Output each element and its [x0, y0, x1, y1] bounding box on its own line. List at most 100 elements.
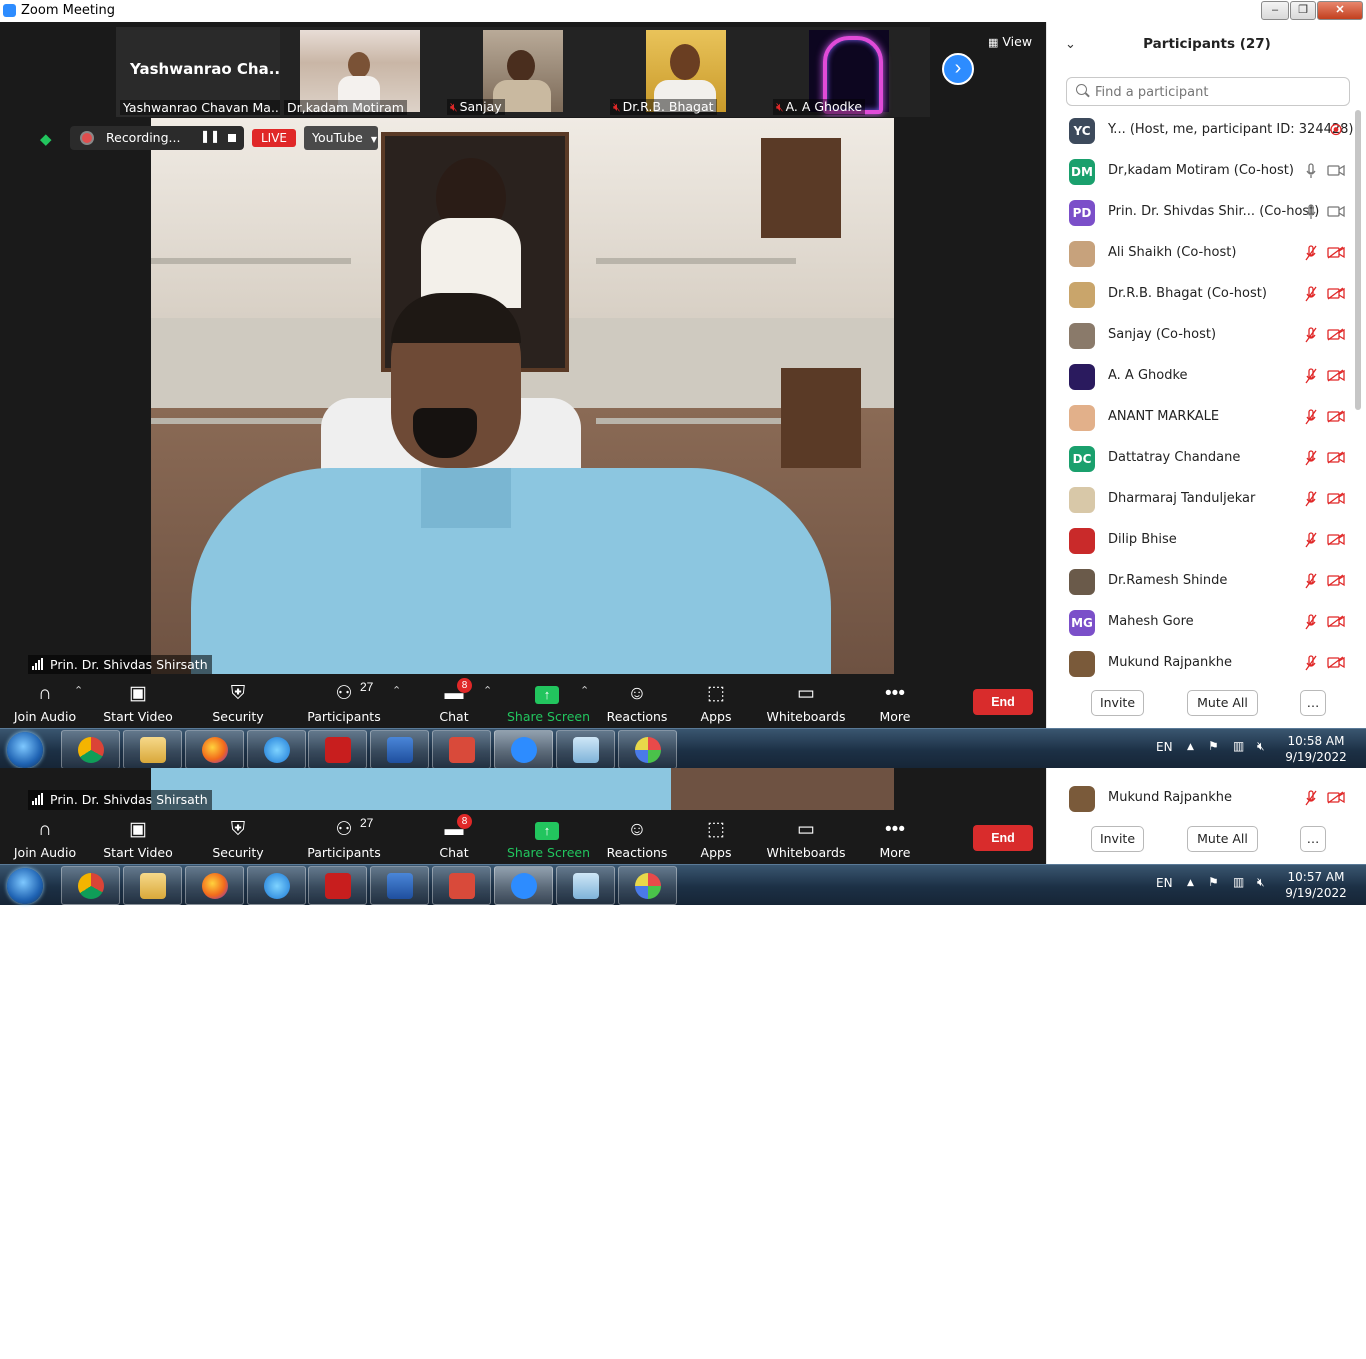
participant-row[interactable]: Sanjay (Co-host) [1047, 315, 1353, 356]
taskbar-chrome[interactable] [61, 866, 120, 905]
minimize-button[interactable]: – [1261, 1, 1289, 20]
start-video-button[interactable]: ▣ Start Video [100, 810, 176, 866]
end-meeting-button[interactable]: End [973, 825, 1033, 851]
taskbar-internet-explorer[interactable] [247, 730, 306, 769]
share-screen-button[interactable]: ↑ Share Screen [507, 674, 590, 730]
participants-button[interactable]: ⚇ 27 Participants [306, 810, 382, 866]
participant-row[interactable]: DM Dr,kadam Motiram (Co-host) [1047, 151, 1353, 192]
mute-all-button[interactable]: Mute All [1187, 690, 1258, 716]
chat-button[interactable]: ▬ 8 Chat [430, 810, 478, 866]
taskbar-notepad[interactable] [556, 866, 615, 905]
taskbar-internet-explorer[interactable] [247, 866, 306, 905]
thumbnail-tile[interactable]: 🔇︎ Sanjay [443, 27, 606, 117]
invite-button[interactable]: Invite [1091, 690, 1144, 716]
participant-avatar: PD [1069, 200, 1095, 226]
participants-options-caret[interactable]: ⌃ [390, 674, 402, 730]
participant-row[interactable]: DC Dattatray Chandane [1047, 438, 1353, 479]
restore-button[interactable]: ❐ [1290, 1, 1316, 20]
network-icon[interactable]: ▥ [1233, 875, 1244, 889]
participant-row[interactable]: A. A Ghodke [1047, 356, 1353, 397]
participant-row[interactable]: Dr.R.B. Bhagat (Co-host) [1047, 274, 1353, 315]
thumbnail-tile[interactable]: 🔇︎ Dr.R.B. Bhagat [606, 27, 769, 117]
taskbar-explorer[interactable] [123, 730, 182, 769]
participant-row[interactable]: PD Prin. Dr. Shivdas Shir... (Co-host) [1047, 192, 1353, 233]
action-center-flag-icon[interactable]: ⚑ [1208, 739, 1219, 753]
taskbar-image-viewer[interactable] [432, 866, 491, 905]
participant-row[interactable]: Dr.Ramesh Shinde [1047, 561, 1353, 602]
more-button[interactable]: ••• More [872, 674, 918, 730]
close-button[interactable]: ✕ [1317, 1, 1363, 20]
taskbar-acrobat[interactable] [308, 866, 367, 905]
participant-row[interactable]: ANANT MARKALE [1047, 397, 1353, 438]
more-button[interactable]: ••• More [872, 810, 918, 866]
taskbar-clock[interactable]: 10:57 AM 9/19/2022 [1275, 869, 1357, 901]
taskbar-zoom[interactable] [494, 730, 553, 769]
participant-row[interactable]: Dharmaraj Tanduljekar [1047, 479, 1353, 520]
share-screen-button[interactable]: ↑ Share Screen [507, 810, 590, 866]
thumbnail-tile[interactable]: Yashwanrao Cha... Yashwanrao Chavan Ma..… [116, 27, 280, 117]
chat-options-caret[interactable]: ⌃ [481, 674, 493, 730]
taskbar-acrobat[interactable] [308, 730, 367, 769]
taskbar-chrome[interactable] [61, 730, 120, 769]
language-indicator[interactable]: EN [1156, 740, 1173, 754]
taskbar-explorer[interactable] [123, 866, 182, 905]
join-audio-button[interactable]: ∩ Join Audio [10, 810, 80, 866]
panel-more-button[interactable]: … [1300, 690, 1326, 716]
start-video-button[interactable]: ▣ Start Video [100, 674, 176, 730]
action-center-flag-icon[interactable]: ⚑ [1208, 875, 1219, 889]
whiteboards-button[interactable]: ▭ Whiteboards [766, 810, 846, 866]
volume-muted-icon[interactable]: 🔇︎ [1257, 739, 1265, 754]
view-button[interactable]: ▦ View [988, 34, 1032, 49]
participant-row[interactable]: MG Mahesh Gore [1047, 602, 1353, 643]
whiteboards-button[interactable]: ▭ Whiteboards [766, 674, 846, 730]
taskbar-zoom[interactable] [494, 866, 553, 905]
taskbar-image-viewer[interactable] [432, 730, 491, 769]
language-indicator[interactable]: EN [1156, 876, 1173, 890]
participant-row[interactable]: Dilip Bhise [1047, 520, 1353, 561]
taskbar-word[interactable] [370, 866, 429, 905]
lower-mute-all-button[interactable]: Mute All [1187, 826, 1258, 852]
lower-panel-more-button[interactable]: … [1300, 826, 1326, 852]
participant-search-input[interactable] [1093, 82, 1347, 103]
taskbar-word[interactable] [370, 730, 429, 769]
lower-invite-button[interactable]: Invite [1091, 826, 1144, 852]
participant-row[interactable]: Mukund Rajpankhe [1047, 643, 1353, 684]
participants-button[interactable]: ⚇ 27 Participants [306, 674, 382, 730]
active-speaker-video [151, 118, 894, 674]
thumbnail-tile[interactable]: 🔇︎ A. A Ghodke [769, 27, 930, 117]
participant-row[interactable]: Ali Shaikh (Co-host) [1047, 233, 1353, 274]
stop-recording-icon[interactable] [228, 134, 236, 142]
start-orb-icon[interactable] [7, 732, 43, 768]
taskbar-notepad[interactable] [556, 730, 615, 769]
taskbar-clock[interactable]: 10:58 AM 9/19/2022 [1275, 733, 1357, 765]
chat-button[interactable]: ▬ 8 Chat [430, 674, 478, 730]
reactions-button[interactable]: ☺ Reactions [604, 810, 670, 866]
panel-scrollbar[interactable] [1355, 110, 1361, 410]
pause-recording-icon[interactable]: ❚❚ [200, 129, 220, 143]
thumbnail-tile[interactable]: Dr,kadam Motiram [280, 27, 443, 117]
next-page-arrow-icon[interactable]: › [942, 53, 974, 85]
taskbar-paint[interactable] [618, 730, 677, 769]
taskbar-paint[interactable] [618, 866, 677, 905]
show-hidden-icons-icon[interactable]: ▲ [1187, 742, 1194, 752]
share-options-caret[interactable]: ⌃ [578, 674, 590, 730]
end-meeting-button[interactable]: End [973, 689, 1033, 715]
security-button[interactable]: ⛨ Security [204, 810, 272, 866]
network-icon[interactable]: ▥ [1233, 739, 1244, 753]
apps-button[interactable]: ⬚ Apps [690, 810, 742, 866]
participant-search[interactable] [1066, 77, 1350, 106]
taskbar-firefox[interactable] [185, 866, 244, 905]
volume-muted-icon[interactable]: 🔇︎ [1257, 875, 1265, 890]
join-audio-button[interactable]: ∩ Join Audio [10, 674, 80, 730]
security-button[interactable]: ⛨ Security [204, 674, 272, 730]
reactions-button[interactable]: ☺ Reactions [604, 674, 670, 730]
audio-options-caret[interactable]: ⌃ [72, 674, 84, 730]
participant-row[interactable]: Mukund Rajpankhe [1047, 778, 1353, 819]
stream-dropdown[interactable]: YouTube ▼ [304, 126, 378, 150]
participant-row[interactable]: YC Y... (Host, me, participant ID: 324428… [1047, 110, 1353, 151]
start-orb-icon[interactable] [7, 868, 43, 904]
show-hidden-icons-icon[interactable]: ▲ [1187, 878, 1194, 888]
taskbar-firefox[interactable] [185, 730, 244, 769]
apps-button[interactable]: ⬚ Apps [690, 674, 742, 730]
live-badge[interactable]: LIVE [252, 129, 296, 147]
